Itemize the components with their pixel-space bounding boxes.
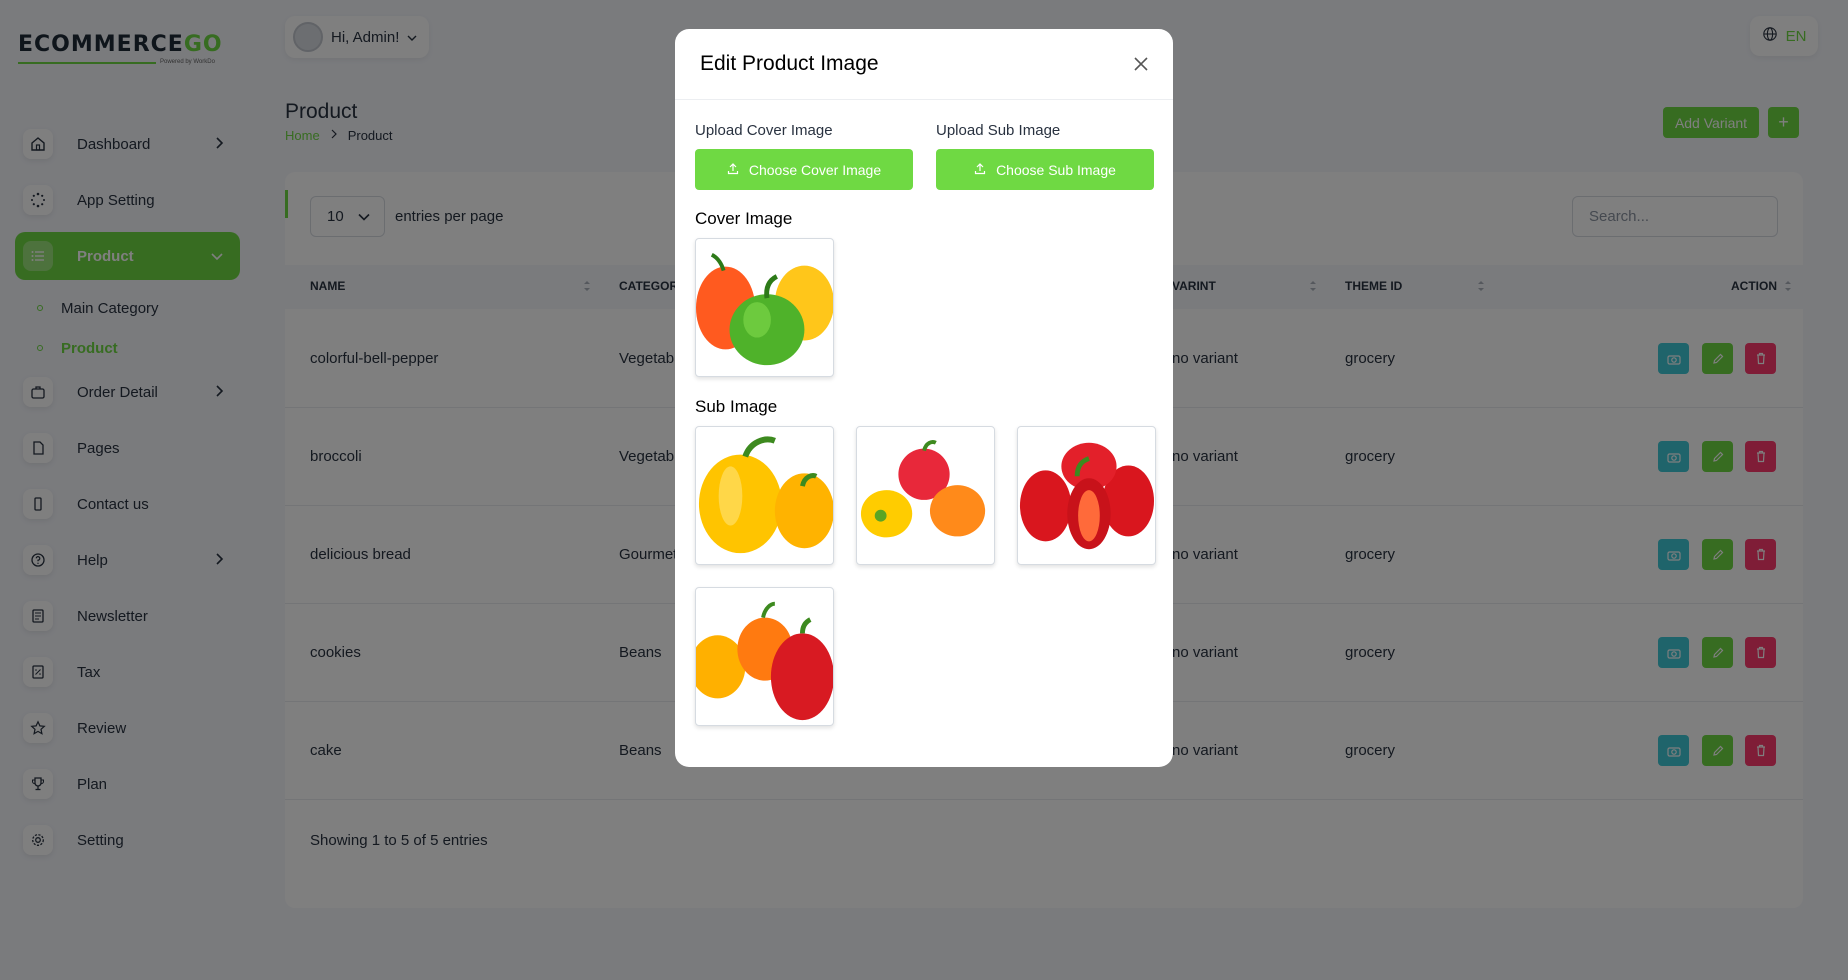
upload-sub-label: Upload Sub Image — [936, 122, 1061, 139]
choose-sub-image-button[interactable]: Choose Sub Image — [936, 149, 1154, 190]
upload-icon — [974, 162, 986, 178]
pepper-image — [698, 436, 833, 554]
sub-image-title: Sub Image — [695, 397, 778, 416]
edit-product-image-modal: Edit Product Image Upload Cover Image Up… — [675, 29, 1173, 767]
choose-cover-image-button[interactable]: Choose Cover Image — [695, 149, 913, 190]
choose-cover-label: Choose Cover Image — [748, 161, 882, 178]
cover-image-title: Cover Image — [695, 209, 793, 228]
upload-cover-label: Upload Cover Image — [695, 122, 833, 139]
cover-image-thumbnail[interactable] — [695, 238, 834, 377]
sub-image-thumbnail[interactable] — [1017, 426, 1156, 565]
sub-image-thumbnail[interactable] — [856, 426, 995, 565]
sub-image-thumbnail[interactable] — [695, 587, 834, 726]
modal-title: Edit Product Image — [700, 52, 879, 75]
upload-icon — [727, 162, 739, 178]
sub-image-thumbnail[interactable] — [695, 426, 834, 565]
close-icon[interactable] — [1131, 54, 1151, 74]
pepper-image — [860, 440, 986, 538]
choose-sub-label: Choose Sub Image — [996, 161, 1116, 178]
pepper-image — [1019, 442, 1155, 550]
modal-header: Edit Product Image — [675, 29, 1173, 100]
pepper-image — [696, 253, 833, 366]
pepper-image — [696, 601, 833, 721]
